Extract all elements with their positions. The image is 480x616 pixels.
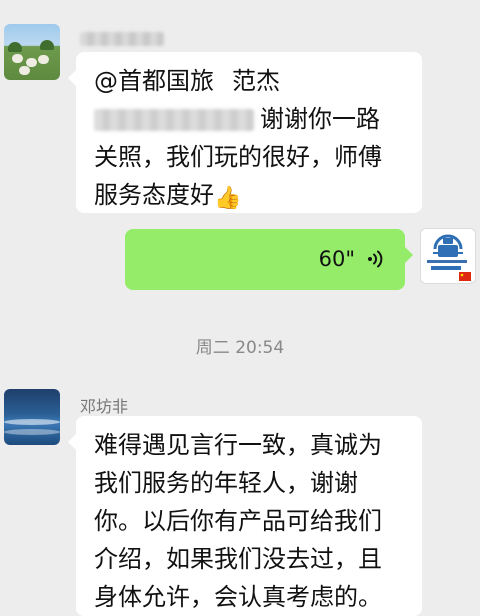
chat-timestamp: 周二 20:54 bbox=[195, 338, 285, 358]
message-line: 关照，我们玩的很好，师傅 bbox=[94, 143, 382, 171]
tree-shape bbox=[40, 40, 54, 50]
tree-shape bbox=[8, 42, 22, 52]
redacted-text bbox=[94, 109, 254, 131]
message-line: 谢谢你一路 bbox=[94, 100, 406, 138]
thumbs-up-icon: 👍 bbox=[214, 186, 242, 211]
mention-name[interactable]: 范杰 bbox=[232, 67, 280, 95]
mention-text[interactable]: @首都国旅 bbox=[94, 67, 214, 95]
user-avatar-agency-logo[interactable] bbox=[420, 228, 476, 284]
sheep-shape bbox=[12, 54, 23, 63]
message-line: 难得遇见言行一致，真诚为 bbox=[94, 431, 382, 459]
agency-logo-icon bbox=[427, 234, 471, 281]
sender-avatar-sheep[interactable] bbox=[4, 24, 60, 80]
wave-shape bbox=[4, 429, 60, 435]
voice-wave-icon bbox=[368, 250, 383, 268]
voice-duration: 60" bbox=[318, 247, 355, 271]
message-line: 你。以后你有产品可给我们 bbox=[94, 507, 382, 535]
wave-shape bbox=[4, 419, 60, 425]
message-line: @首都国旅 范杰 bbox=[94, 62, 406, 100]
sheep-shape bbox=[19, 66, 30, 75]
message-text: 服务态度好 bbox=[94, 181, 214, 209]
message-text: 谢谢你一路 bbox=[260, 105, 380, 133]
message-bubble[interactable]: 难得遇见言行一致，真诚为 我们服务的年轻人，谢谢 你。以后你有产品可给我们 介绍… bbox=[68, 416, 422, 616]
message-line: 我们服务的年轻人，谢谢 bbox=[94, 469, 358, 497]
voice-message-bubble[interactable]: 60" bbox=[125, 229, 413, 290]
message-line: 介绍，如果我们没去过，且 bbox=[94, 545, 382, 573]
message-bubble[interactable]: @首都国旅 范杰 谢谢你一路 关照，我们玩的很好，师傅 服务态度好👍 bbox=[68, 52, 422, 214]
sender-name: 邓坊非 bbox=[80, 397, 129, 416]
sheep-shape bbox=[38, 55, 49, 64]
message-line: 身体允许，会认真考虑的。 bbox=[94, 583, 382, 611]
message-line: 服务态度好👍 bbox=[94, 176, 406, 214]
sender-avatar-sea[interactable] bbox=[4, 389, 60, 445]
sender-name-redacted bbox=[80, 32, 164, 46]
